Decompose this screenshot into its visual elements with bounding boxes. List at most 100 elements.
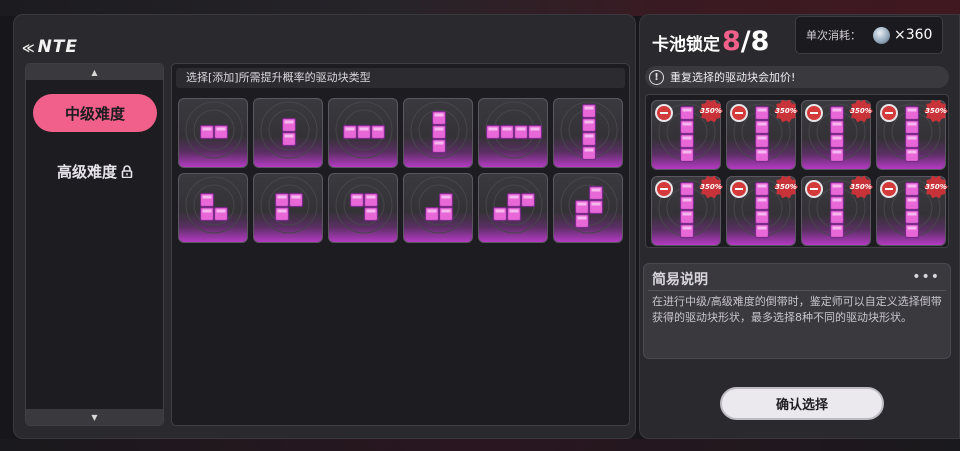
piece-cell-highlight — [757, 150, 767, 154]
piece-tile[interactable] — [403, 173, 473, 243]
piece-cell-highlight — [907, 198, 917, 202]
piece-cell-highlight — [434, 127, 444, 131]
piece-cell-highlight — [427, 209, 437, 213]
piece-cell-highlight — [441, 195, 451, 199]
piece-cell — [754, 119, 770, 135]
piece-cell — [754, 105, 770, 121]
piece-cell — [904, 223, 920, 239]
scroll-down-arrow-icon[interactable]: ▼ — [26, 409, 163, 425]
piece-cell — [679, 195, 695, 211]
piece-tile[interactable] — [253, 173, 323, 243]
piece-cell — [506, 206, 522, 222]
remove-icon[interactable] — [880, 180, 898, 198]
remove-icon[interactable] — [655, 104, 673, 122]
price-badge: 350% — [699, 175, 723, 199]
piece-cell-highlight — [757, 198, 767, 202]
tab-label: 中级难度 — [64, 104, 125, 123]
piece-cell-highlight — [832, 198, 842, 202]
piece-tile[interactable] — [553, 98, 623, 168]
piece-cell — [274, 192, 290, 208]
piece-cell — [342, 124, 358, 140]
remove-icon[interactable] — [655, 180, 673, 198]
piece-cell-highlight — [591, 202, 601, 206]
back-arrow-icon[interactable]: ≪ — [22, 41, 36, 55]
piece-cell — [754, 133, 770, 149]
remove-icon[interactable] — [805, 180, 823, 198]
price-badge: 350% — [699, 99, 723, 123]
piece-cell — [581, 117, 597, 133]
piece-cell — [581, 145, 597, 161]
piece-cell — [199, 192, 215, 208]
piece-cell — [199, 206, 215, 222]
piece-cell-highlight — [757, 122, 767, 126]
remove-icon[interactable] — [880, 104, 898, 122]
piece-cell-highlight — [757, 184, 767, 188]
piece-cell — [829, 209, 845, 225]
piece-cell — [356, 124, 372, 140]
drive-block-piece — [410, 101, 468, 159]
piece-cell — [904, 209, 920, 225]
piece-tile[interactable] — [328, 173, 398, 243]
piece-cell-highlight — [907, 136, 917, 140]
piece-cell — [829, 223, 845, 239]
piece-cell — [213, 124, 229, 140]
selected-slot: 350% — [801, 175, 873, 246]
piece-cell-highlight — [584, 106, 594, 110]
piece-cell — [829, 195, 845, 211]
piece-cell — [829, 119, 845, 135]
piece-cell — [829, 105, 845, 121]
piece-cell — [438, 206, 454, 222]
piece-cell — [904, 195, 920, 211]
selected-slot: 350% — [726, 175, 798, 246]
piece-tile[interactable] — [403, 98, 473, 168]
background-bottom — [0, 439, 960, 451]
piece-cell — [904, 119, 920, 135]
cost-label: 单次消耗： — [806, 29, 861, 42]
description-panel: 简易说明 ••• 在进行中级/高级难度的倒带时，鉴定师可以自定义选择倒带获得的驱… — [643, 263, 951, 359]
piece-cell-highlight — [291, 195, 301, 199]
remove-icon[interactable] — [730, 180, 748, 198]
description-text: 在进行中级/高级难度的倒带时，鉴定师可以自定义选择倒带获得的驱动块形状，最多选择… — [652, 295, 942, 324]
piece-cell — [679, 105, 695, 121]
confirm-selection-button[interactable]: 确认选择 — [720, 387, 884, 420]
price-text: 350% — [850, 107, 872, 115]
price-text: 350% — [775, 183, 797, 191]
drive-block-piece — [335, 176, 393, 234]
piece-cell-highlight — [366, 209, 376, 213]
currency-coin-icon — [873, 26, 890, 44]
selected-slot: 350% — [876, 99, 948, 170]
piece-tile[interactable] — [478, 173, 548, 243]
piece-cell-highlight — [488, 127, 498, 131]
piece-cell-highlight — [516, 127, 526, 131]
piece-tile[interactable] — [178, 98, 248, 168]
piece-cell — [679, 147, 695, 163]
price-badge: 350% — [924, 99, 948, 123]
remove-icon[interactable] — [730, 104, 748, 122]
piece-cell-highlight — [757, 226, 767, 230]
tab-advanced-difficulty[interactable]: 高级难度 — [33, 152, 157, 190]
description-title: 简易说明 — [652, 272, 708, 288]
piece-cell-highlight — [502, 127, 512, 131]
scroll-up-arrow-icon[interactable]: ▲ — [26, 64, 163, 80]
drive-block-piece — [335, 101, 393, 159]
selected-slots: 350% 350% 350% 350% 350% 350% 350% 350% — [645, 94, 949, 248]
piece-cell-highlight — [832, 136, 842, 140]
piece-tile[interactable] — [478, 98, 548, 168]
piece-cell-highlight — [202, 127, 212, 131]
piece-cell-highlight — [359, 127, 369, 131]
piece-tile[interactable] — [553, 173, 623, 243]
piece-cell-highlight — [682, 226, 692, 230]
piece-cell — [513, 124, 529, 140]
piece-tile[interactable] — [328, 98, 398, 168]
piece-cell — [754, 181, 770, 197]
piece-cell-highlight — [202, 195, 212, 199]
piece-cell-highlight — [907, 226, 917, 230]
more-options-icon[interactable]: ••• — [912, 269, 940, 285]
remove-icon[interactable] — [805, 104, 823, 122]
tab-intermediate-difficulty[interactable]: 中级难度 — [33, 94, 157, 132]
piece-cell-highlight — [907, 122, 917, 126]
piece-tile[interactable] — [253, 98, 323, 168]
price-text: 350% — [700, 107, 722, 115]
pool-lock-title: 卡池锁定 8/8 — [652, 26, 769, 57]
piece-tile[interactable] — [178, 173, 248, 243]
